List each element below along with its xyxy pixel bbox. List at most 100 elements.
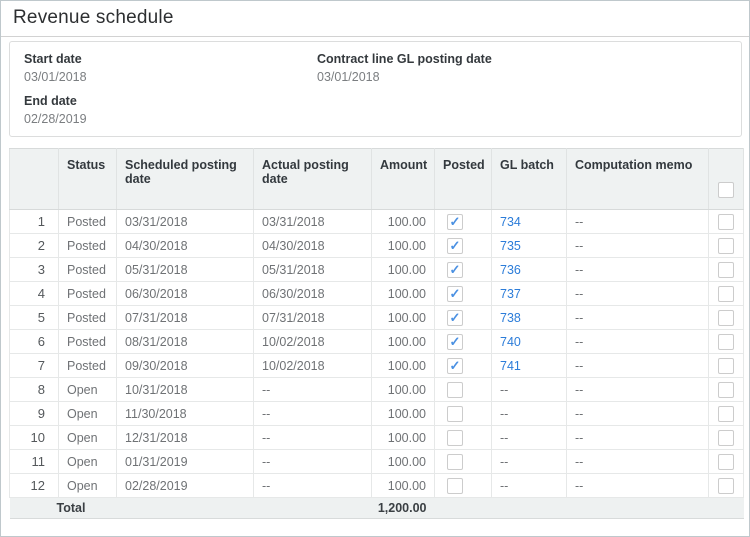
posted-checkbox-checked: ✓ (447, 286, 463, 302)
row-checkbox[interactable] (718, 286, 734, 302)
amount-cell: 100.00 (372, 258, 435, 282)
actual-date-cell: 03/31/2018 (254, 210, 372, 234)
posted-cell (435, 378, 492, 402)
gl-batch-link[interactable]: 740 (500, 335, 521, 349)
row-select-cell (709, 330, 744, 354)
row-number: 11 (10, 450, 59, 474)
schedule-table-body: 1Posted03/31/201803/31/2018100.00✓734--2… (10, 210, 744, 498)
posted-checkbox (447, 430, 463, 446)
status-cell: Posted (59, 354, 117, 378)
row-number: 7 (10, 354, 59, 378)
posted-checkbox-checked: ✓ (447, 262, 463, 278)
posted-checkbox-checked: ✓ (447, 310, 463, 326)
page-title: Revenue schedule (13, 7, 737, 29)
gl-batch-link[interactable]: 741 (500, 359, 521, 373)
col-header-gl-batch: GL batch (492, 149, 567, 210)
scheduled-date-cell: 02/28/2019 (117, 474, 254, 498)
posted-checkbox-checked: ✓ (447, 214, 463, 230)
row-number: 6 (10, 330, 59, 354)
table-row: 2Posted04/30/201804/30/2018100.00✓735-- (10, 234, 744, 258)
total-row-spacer (435, 498, 744, 519)
memo-cell: -- (567, 378, 709, 402)
row-select-cell (709, 258, 744, 282)
title-bar: Revenue schedule (1, 1, 749, 37)
gl-batch-link[interactable]: 736 (500, 263, 521, 277)
end-date-value: 02/28/2019 (24, 112, 87, 126)
table-row: 7Posted09/30/201810/02/2018100.00✓741-- (10, 354, 744, 378)
table-row: 6Posted08/31/201810/02/2018100.00✓740-- (10, 330, 744, 354)
row-checkbox[interactable] (718, 334, 734, 350)
memo-cell: -- (567, 282, 709, 306)
row-select-cell (709, 474, 744, 498)
gl-posting-date-value: 03/01/2018 (317, 70, 492, 84)
row-checkbox[interactable] (718, 214, 734, 230)
scheduled-date-cell: 11/30/2018 (117, 402, 254, 426)
posted-checkbox-checked: ✓ (447, 358, 463, 374)
row-checkbox[interactable] (718, 262, 734, 278)
posted-checkbox-checked: ✓ (447, 334, 463, 350)
row-checkbox[interactable] (718, 382, 734, 398)
row-checkbox[interactable] (718, 430, 734, 446)
row-checkbox[interactable] (718, 358, 734, 374)
gl-batch-cell: 737 (492, 282, 567, 306)
posted-cell: ✓ (435, 234, 492, 258)
status-cell: Posted (59, 306, 117, 330)
status-cell: Posted (59, 330, 117, 354)
amount-cell: 100.00 (372, 450, 435, 474)
row-select-cell (709, 234, 744, 258)
status-cell: Open (59, 450, 117, 474)
actual-date-cell: 04/30/2018 (254, 234, 372, 258)
gl-batch-cell: 735 (492, 234, 567, 258)
total-label: Total (10, 498, 372, 519)
actual-date-cell: 10/02/2018 (254, 330, 372, 354)
memo-cell: -- (567, 474, 709, 498)
status-cell: Posted (59, 234, 117, 258)
start-date-value: 03/01/2018 (24, 70, 87, 84)
row-select-cell (709, 450, 744, 474)
status-cell: Posted (59, 282, 117, 306)
gl-posting-date-field: Contract line GL posting date 03/01/2018 (317, 52, 492, 84)
gl-batch-cell: -- (492, 450, 567, 474)
memo-cell: -- (567, 330, 709, 354)
scheduled-date-cell: 06/30/2018 (117, 282, 254, 306)
gl-batch-empty: -- (500, 455, 508, 469)
gl-batch-link[interactable]: 734 (500, 215, 521, 229)
row-checkbox[interactable] (718, 478, 734, 494)
status-cell: Open (59, 426, 117, 450)
posted-cell: ✓ (435, 210, 492, 234)
table-row: 11Open01/31/2019--100.00---- (10, 450, 744, 474)
col-header-select (709, 149, 744, 210)
actual-date-cell: 10/02/2018 (254, 354, 372, 378)
gl-batch-cell: -- (492, 402, 567, 426)
gl-batch-cell: -- (492, 378, 567, 402)
memo-cell: -- (567, 210, 709, 234)
schedule-info-panel: Start date 03/01/2018 End date 02/28/201… (9, 41, 742, 137)
row-checkbox[interactable] (718, 238, 734, 254)
gl-batch-link[interactable]: 737 (500, 287, 521, 301)
row-checkbox[interactable] (718, 310, 734, 326)
posted-cell (435, 402, 492, 426)
memo-cell: -- (567, 402, 709, 426)
table-header: Status Scheduled posting date Actual pos… (10, 149, 744, 210)
posted-cell: ✓ (435, 330, 492, 354)
row-checkbox[interactable] (718, 406, 734, 422)
row-number: 2 (10, 234, 59, 258)
gl-batch-empty: -- (500, 407, 508, 421)
scheduled-date-cell: 12/31/2018 (117, 426, 254, 450)
select-all-checkbox[interactable] (718, 182, 734, 198)
actual-date-cell: -- (254, 450, 372, 474)
gl-batch-link[interactable]: 735 (500, 239, 521, 253)
gl-posting-date-label: Contract line GL posting date (317, 52, 492, 66)
actual-date-cell: 07/31/2018 (254, 306, 372, 330)
memo-cell: -- (567, 234, 709, 258)
posted-cell: ✓ (435, 354, 492, 378)
memo-cell: -- (567, 306, 709, 330)
row-number: 5 (10, 306, 59, 330)
row-select-cell (709, 210, 744, 234)
posted-cell (435, 474, 492, 498)
actual-date-cell: 06/30/2018 (254, 282, 372, 306)
col-header-scheduled-date: Scheduled posting date (117, 149, 254, 210)
actual-date-cell: -- (254, 402, 372, 426)
row-checkbox[interactable] (718, 454, 734, 470)
gl-batch-link[interactable]: 738 (500, 311, 521, 325)
